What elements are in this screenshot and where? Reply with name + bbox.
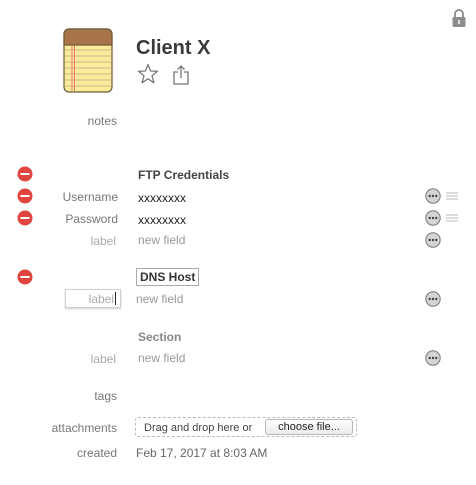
label-input-focused[interactable]: label — [65, 289, 121, 308]
attachments-dropzone[interactable]: Drag and drop here or choose file... — [135, 417, 357, 437]
more-dots-icon[interactable] — [425, 232, 441, 248]
reorder-handle-icon[interactable] — [446, 214, 458, 222]
dropzone-text: Drag and drop here or — [144, 422, 253, 434]
lock-icon[interactable] — [450, 8, 468, 28]
section-title-input-dns[interactable]: DNS Host — [136, 268, 200, 286]
attachments-label: attachments — [51, 421, 117, 435]
remove-section-icon[interactable] — [17, 166, 33, 182]
share-icon[interactable] — [171, 64, 191, 86]
new-field-label[interactable]: label — [6, 352, 116, 366]
more-dots-icon[interactable] — [425, 210, 441, 226]
new-field-input[interactable]: new field — [138, 233, 185, 247]
created-value: Feb 17, 2017 at 8:03 AM — [136, 446, 268, 460]
choose-file-button[interactable]: choose file... — [265, 419, 353, 435]
item-title[interactable]: Client X — [136, 37, 210, 60]
star-icon[interactable] — [137, 63, 159, 85]
more-dots-icon[interactable] — [425, 350, 441, 366]
reorder-handle-icon[interactable] — [446, 192, 458, 200]
section-title-ftp[interactable]: FTP Credentials — [138, 168, 229, 182]
section-title-placeholder[interactable]: Section — [138, 330, 181, 344]
label-input-text: label — [88, 292, 114, 306]
new-field-input[interactable]: new field — [138, 351, 185, 365]
new-field-label[interactable]: label — [6, 234, 116, 248]
tags-label: tags — [94, 389, 117, 403]
field-label-password[interactable]: Password — [8, 212, 118, 226]
notes-label: notes — [87, 114, 117, 128]
created-label: created — [76, 446, 117, 460]
field-value-password[interactable]: xxxxxxxx — [138, 213, 186, 227]
text-caret — [115, 292, 116, 305]
notepad-icon — [63, 28, 113, 93]
field-value-username[interactable]: xxxxxxxx — [138, 191, 186, 205]
new-field-input[interactable]: new field — [136, 292, 183, 306]
remove-section-icon[interactable] — [17, 269, 33, 285]
field-label-username[interactable]: Username — [8, 190, 118, 204]
more-dots-icon[interactable] — [425, 291, 441, 307]
more-dots-icon[interactable] — [425, 188, 441, 204]
